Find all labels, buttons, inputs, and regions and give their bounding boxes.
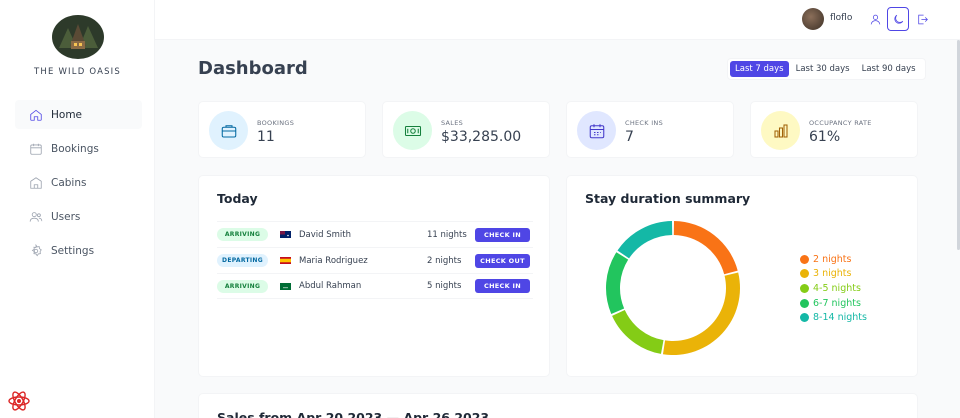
nights-count: 2 nights — [427, 255, 462, 266]
today-panel: Today ARRIVING David Smith 11 nights CHE… — [198, 175, 550, 377]
cabin-icon — [30, 176, 42, 189]
users-icon — [29, 211, 43, 222]
chart-legend: 2 nights 3 nights 4-5 nights 6-7 nights … — [800, 252, 867, 325]
account-button[interactable] — [864, 7, 886, 31]
stat-label: SALES — [441, 119, 464, 127]
wild-oasis-logo — [52, 15, 104, 59]
today-row: ARRIVING David Smith 11 nights CHECK IN — [217, 221, 533, 247]
filter-last-30-days[interactable]: Last 30 days — [791, 61, 855, 77]
legend-item: 3 nights — [800, 267, 867, 282]
stat-label: OCCUPANCY RATE — [809, 119, 872, 127]
legend-label: 2 nights — [813, 253, 852, 265]
moon-icon — [893, 14, 903, 24]
donut-slice-3-nights[interactable] — [662, 272, 740, 355]
stat-icon-bg — [209, 111, 248, 150]
stat-check-ins: CHECK INS 7 — [566, 101, 734, 158]
donut-slice-8-14-nights[interactable] — [617, 221, 673, 259]
react-query-devtools-icon[interactable] — [7, 390, 31, 412]
top-header: floflo — [155, 0, 960, 40]
donut-slice-6-7-nights[interactable] — [606, 252, 629, 314]
stat-value: $33,285.00 — [441, 129, 522, 145]
gear-icon — [31, 243, 42, 256]
stay-duration-donut-chart — [606, 221, 740, 355]
today-row: DEPARTING Maria Rodriguez 2 nights CHECK… — [217, 247, 533, 273]
stat-label: CHECK INS — [625, 119, 664, 127]
main-nav: Home Bookings Cabins Users Settings — [15, 100, 142, 270]
banknotes-icon — [404, 125, 421, 136]
stay-duration-title: Stay duration summary — [585, 191, 751, 206]
stat-icon-bg — [577, 111, 616, 150]
sidebar-item-label: Cabins — [51, 176, 87, 189]
status-badge: ARRIVING — [217, 279, 268, 293]
sidebar-item-label: Bookings — [51, 142, 99, 155]
stat-bookings: BOOKINGS 11 — [198, 101, 366, 158]
check-in-button[interactable]: CHECK IN — [475, 279, 530, 293]
stat-value: 61% — [809, 129, 841, 145]
stat-occupancy-rate: OCCUPANCY RATE 61% — [750, 101, 918, 158]
sidebar-item-cabins[interactable]: Cabins — [15, 168, 142, 197]
legend-label: 4-5 nights — [813, 282, 861, 294]
legend-item: 2 nights — [800, 252, 867, 267]
sidebar-item-settings[interactable]: Settings — [15, 236, 142, 265]
legend-item: 6-7 nights — [800, 296, 867, 311]
sidebar-item-label: Settings — [51, 244, 95, 257]
sidebar-item-home[interactable]: Home — [15, 100, 142, 129]
sidebar-item-label: Users — [51, 210, 81, 223]
sidebar-item-label: Home — [51, 108, 83, 121]
legend-item: 8-14 nights — [800, 310, 867, 325]
legend-item: 4-5 nights — [800, 281, 867, 296]
sidebar-item-users[interactable]: Users — [15, 202, 142, 231]
legend-dot — [800, 298, 809, 308]
guest-name: Abdul Rahman — [299, 281, 362, 291]
home-icon — [30, 109, 42, 121]
username: floflo — [830, 13, 853, 23]
status-badge: DEPARTING — [217, 254, 268, 267]
legend-label: 6-7 nights — [813, 297, 861, 309]
legend-dot — [800, 254, 809, 264]
logout-icon — [917, 14, 928, 24]
dark-mode-toggle[interactable] — [887, 7, 909, 31]
guest-name: David Smith — [299, 229, 352, 240]
legend-label: 3 nights — [813, 268, 852, 280]
check-out-button[interactable]: CHECK OUT — [475, 253, 530, 268]
sidebar: THE WILD OASIS Home Bookings Cabins User… — [0, 0, 155, 418]
chart-bar-icon — [773, 123, 788, 138]
filter-last-7-days[interactable]: Last 7 days — [730, 61, 789, 77]
calendar-days-icon — [589, 123, 604, 138]
stat-icon-bg — [393, 111, 432, 150]
legend-dot — [800, 313, 809, 323]
today-title: Today — [217, 191, 258, 206]
guest-name: Maria Rodriguez — [299, 255, 368, 266]
spain-flag — [280, 257, 291, 264]
avatar — [802, 8, 824, 30]
calendar-icon — [30, 143, 42, 155]
user-icon — [870, 14, 880, 24]
nights-count: 5 nights — [427, 281, 462, 291]
donut-slice-4-5-nights[interactable] — [612, 310, 664, 354]
saudi-arabia-flag — [280, 282, 291, 290]
brand-name: THE WILD OASIS — [33, 67, 121, 77]
legend-label: 8-14 nights — [813, 312, 867, 324]
stat-label: BOOKINGS — [257, 119, 295, 127]
logout-button[interactable] — [911, 7, 933, 31]
page-title: Dashboard — [198, 58, 308, 79]
nights-count: 11 nights — [427, 229, 467, 240]
legend-dot — [800, 283, 809, 293]
date-filter: Last 7 days Last 30 days Last 90 days — [727, 58, 926, 80]
stat-value: 11 — [257, 129, 275, 145]
australia-flag — [280, 231, 291, 238]
sales-chart-title: Sales from Apr 20 2023 — Apr 26 2023 — [217, 410, 490, 418]
stat-sales: SALES $33,285.00 — [382, 101, 550, 158]
status-badge: ARRIVING — [217, 228, 268, 241]
stat-value: 7 — [625, 129, 634, 145]
donut-slice-2-nights[interactable] — [673, 221, 738, 275]
legend-dot — [800, 269, 809, 279]
sidebar-item-bookings[interactable]: Bookings — [15, 134, 142, 163]
today-row: ARRIVING Abdul Rahman 5 nights CHECK IN — [217, 273, 533, 299]
briefcase-icon — [221, 124, 236, 138]
stat-icon-bg — [761, 111, 800, 150]
check-in-button[interactable]: CHECK IN — [475, 227, 530, 242]
filter-last-90-days[interactable]: Last 90 days — [857, 61, 921, 77]
